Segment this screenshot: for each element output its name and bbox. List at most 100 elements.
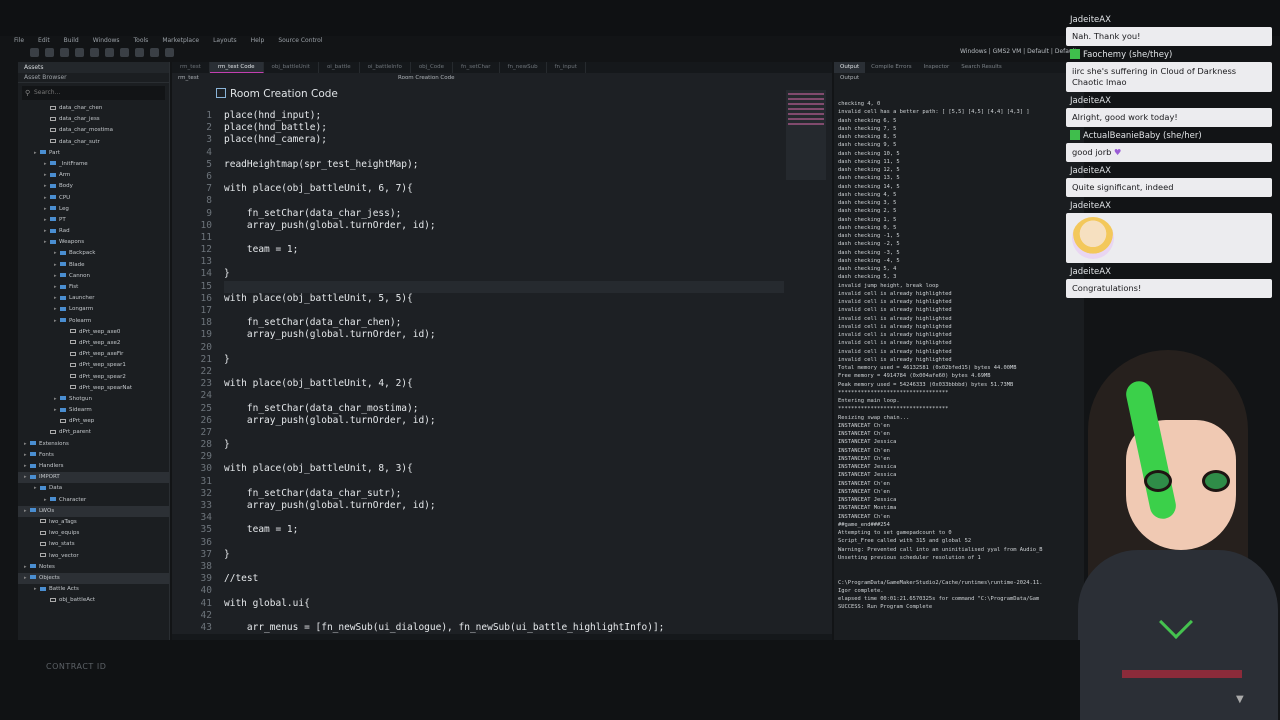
asset-tree-item[interactable]: ▸ Fist: [18, 282, 169, 293]
editor-tab[interactable]: obj_battleUnit: [264, 62, 319, 73]
asset-tree-item[interactable]: ▸ Character: [18, 495, 169, 506]
output-log-line: dash checking 5, 3: [838, 274, 897, 281]
folder-icon: [40, 586, 46, 591]
asset-tree-item[interactable]: obj_battleAct: [18, 595, 169, 606]
editor-tab[interactable]: fn_setChar: [453, 62, 500, 73]
asset-tree-item[interactable]: dPrt_parent: [18, 427, 169, 438]
tab-assets[interactable]: Assets: [18, 62, 169, 73]
asset-tree-item[interactable]: data_char_chen: [18, 103, 169, 114]
code-minimap[interactable]: [786, 90, 826, 180]
menu-item[interactable]: Layouts: [213, 36, 237, 46]
line-number-gutter: 1 2 3 4 5 6 7 8 9 10 11 12 13 14 15 16 17 18 19 20 21 22 23 24 2…: [172, 110, 212, 634]
asset-tree-item[interactable]: ▸ Arm: [18, 170, 169, 181]
run-icon[interactable]: [120, 48, 129, 57]
target-icon[interactable]: [150, 48, 159, 57]
editor-tab[interactable]: oi_battleInfo: [360, 62, 411, 73]
asset-tree-label: Cannon: [69, 272, 91, 279]
stop-icon[interactable]: [135, 48, 144, 57]
menu-item[interactable]: Edit: [38, 36, 50, 46]
asset-tree-item[interactable]: ▸ Weapons: [18, 237, 169, 248]
asset-tree-label: lwo_equips: [49, 530, 80, 537]
build-icon[interactable]: [75, 48, 84, 57]
menu-item[interactable]: Help: [251, 36, 265, 46]
asset-icon: [40, 553, 46, 557]
editor-tab[interactable]: rm_test Code: [209, 62, 264, 73]
menu-item[interactable]: File: [14, 36, 24, 46]
asset-tree-item[interactable]: ▸ Backpack: [18, 248, 169, 259]
asset-tree-item[interactable]: data_char_sutr: [18, 137, 169, 148]
asset-tree-item[interactable]: lwo_aTags: [18, 517, 169, 528]
asset-tree-item[interactable]: lwo_equips: [18, 528, 169, 539]
asset-tree-item[interactable]: dPrt_wep_axe2: [18, 338, 169, 349]
menu-item[interactable]: Marketplace: [162, 36, 199, 46]
asset-tree-item[interactable]: ▸ Part: [18, 148, 169, 159]
asset-tree-item[interactable]: dPrt_wep_axeFir: [18, 349, 169, 360]
asset-tree-item[interactable]: ▸ Battle Acts: [18, 584, 169, 595]
asset-tree-item[interactable]: ▸ Shotgun: [18, 394, 169, 405]
asset-tree-item[interactable]: ▸ _InitFrame: [18, 159, 169, 170]
editor-tab[interactable]: fn_input: [547, 62, 586, 73]
asset-tree-item[interactable]: ▸ CPU: [18, 193, 169, 204]
output-tab[interactable]: Inspector: [918, 62, 956, 73]
asset-tree-item[interactable]: ▸ Data: [18, 483, 169, 494]
asset-tree-item[interactable]: ▸ Objects: [18, 572, 169, 585]
asset-tree-item[interactable]: dPrt_wep: [18, 416, 169, 427]
menu-item[interactable]: Windows: [93, 36, 120, 46]
editor-tab[interactable]: rm_test: [172, 62, 210, 73]
output-tab[interactable]: Compile Errors: [865, 62, 918, 73]
asset-tree-item[interactable]: ▸ Fonts: [18, 450, 169, 461]
asset-tree-item[interactable]: ▸ Launcher: [18, 293, 169, 304]
asset-tree-item[interactable]: ▸ LWOs: [18, 505, 169, 517]
editor-tab[interactable]: obj_Code: [411, 62, 454, 73]
output-log-line: dash checking 7, 5: [838, 125, 897, 132]
line-number: 2: [206, 122, 212, 134]
asset-tree-item[interactable]: dPrt_wep_spear2: [18, 372, 169, 383]
asset-tree-label: data_char_chen: [59, 105, 103, 111]
output-tab[interactable]: Search Results: [955, 62, 1008, 73]
output-log-line: INSTANCEAT Ch'en: [838, 422, 890, 429]
code-text-area[interactable]: place(hnd_input); place(hnd_battle); place…: [224, 110, 784, 634]
menu-item[interactable]: Source Control: [278, 36, 322, 46]
asset-tree-item[interactable]: ▸ Body: [18, 181, 169, 192]
asset-tree-item[interactable]: ▸ Notes: [18, 562, 169, 573]
asset-tree-item[interactable]: ▸ IMPORT: [18, 472, 169, 484]
asset-tree-item[interactable]: ▸ Leg: [18, 204, 169, 215]
asset-tree-item[interactable]: ▸ PT: [18, 215, 169, 226]
line-number: 25: [200, 402, 212, 414]
asset-tree-item[interactable]: lwo_stats: [18, 539, 169, 550]
save-icon[interactable]: [60, 48, 69, 57]
asset-tree-item[interactable]: ▸ Extensions: [18, 439, 169, 450]
asset-tree-item[interactable]: ▸ Cannon: [18, 271, 169, 282]
room-tab[interactable]: rm_test: [178, 75, 199, 81]
asset-browser-title: Asset Browser: [18, 73, 169, 83]
asset-tree-item[interactable]: dPrt_wep_spear1: [18, 360, 169, 371]
asset-tree-item[interactable]: ▸ Polearm: [18, 316, 169, 327]
new-icon[interactable]: [30, 48, 39, 57]
editor-tab[interactable]: oi_battle: [319, 62, 360, 73]
room-creation-code-tab[interactable]: Room Creation Code: [398, 75, 455, 81]
asset-icon: [70, 329, 76, 334]
asset-tree-item[interactable]: data_char_jess: [18, 114, 169, 125]
output-tab[interactable]: Output: [834, 62, 866, 73]
line-number: 8: [206, 195, 212, 207]
menu-item[interactable]: Build: [64, 36, 79, 46]
menu-item[interactable]: Tools: [134, 36, 149, 46]
clean-icon[interactable]: [90, 48, 99, 57]
asset-tree-item[interactable]: dPrt_wep_spearNat: [18, 383, 169, 394]
asset-tree-item[interactable]: ▸ Handlers: [18, 461, 169, 472]
asset-tree-item[interactable]: lwo_vector: [18, 551, 169, 562]
asset-search-input[interactable]: ⚲ Search...: [22, 86, 165, 100]
asset-tree-item[interactable]: dPrt_wep_axe0: [18, 327, 169, 338]
settings-icon[interactable]: [165, 48, 174, 57]
debug-icon[interactable]: [105, 48, 114, 57]
editor-tab[interactable]: fn_newSub: [500, 62, 547, 73]
asset-tree-item[interactable]: data_char_mostima: [18, 125, 169, 136]
asset-tree-item[interactable]: ▸ Sidearm: [18, 405, 169, 416]
asset-tree-item[interactable]: ▸ Blade: [18, 260, 169, 271]
open-icon[interactable]: [45, 48, 54, 57]
layout-selector[interactable]: Windows | GMS2 VM | Default | Default: [960, 48, 1077, 55]
asset-tree-item[interactable]: ▸ Longarm: [18, 304, 169, 315]
asset-tree-item[interactable]: ▸ Rad: [18, 226, 169, 237]
